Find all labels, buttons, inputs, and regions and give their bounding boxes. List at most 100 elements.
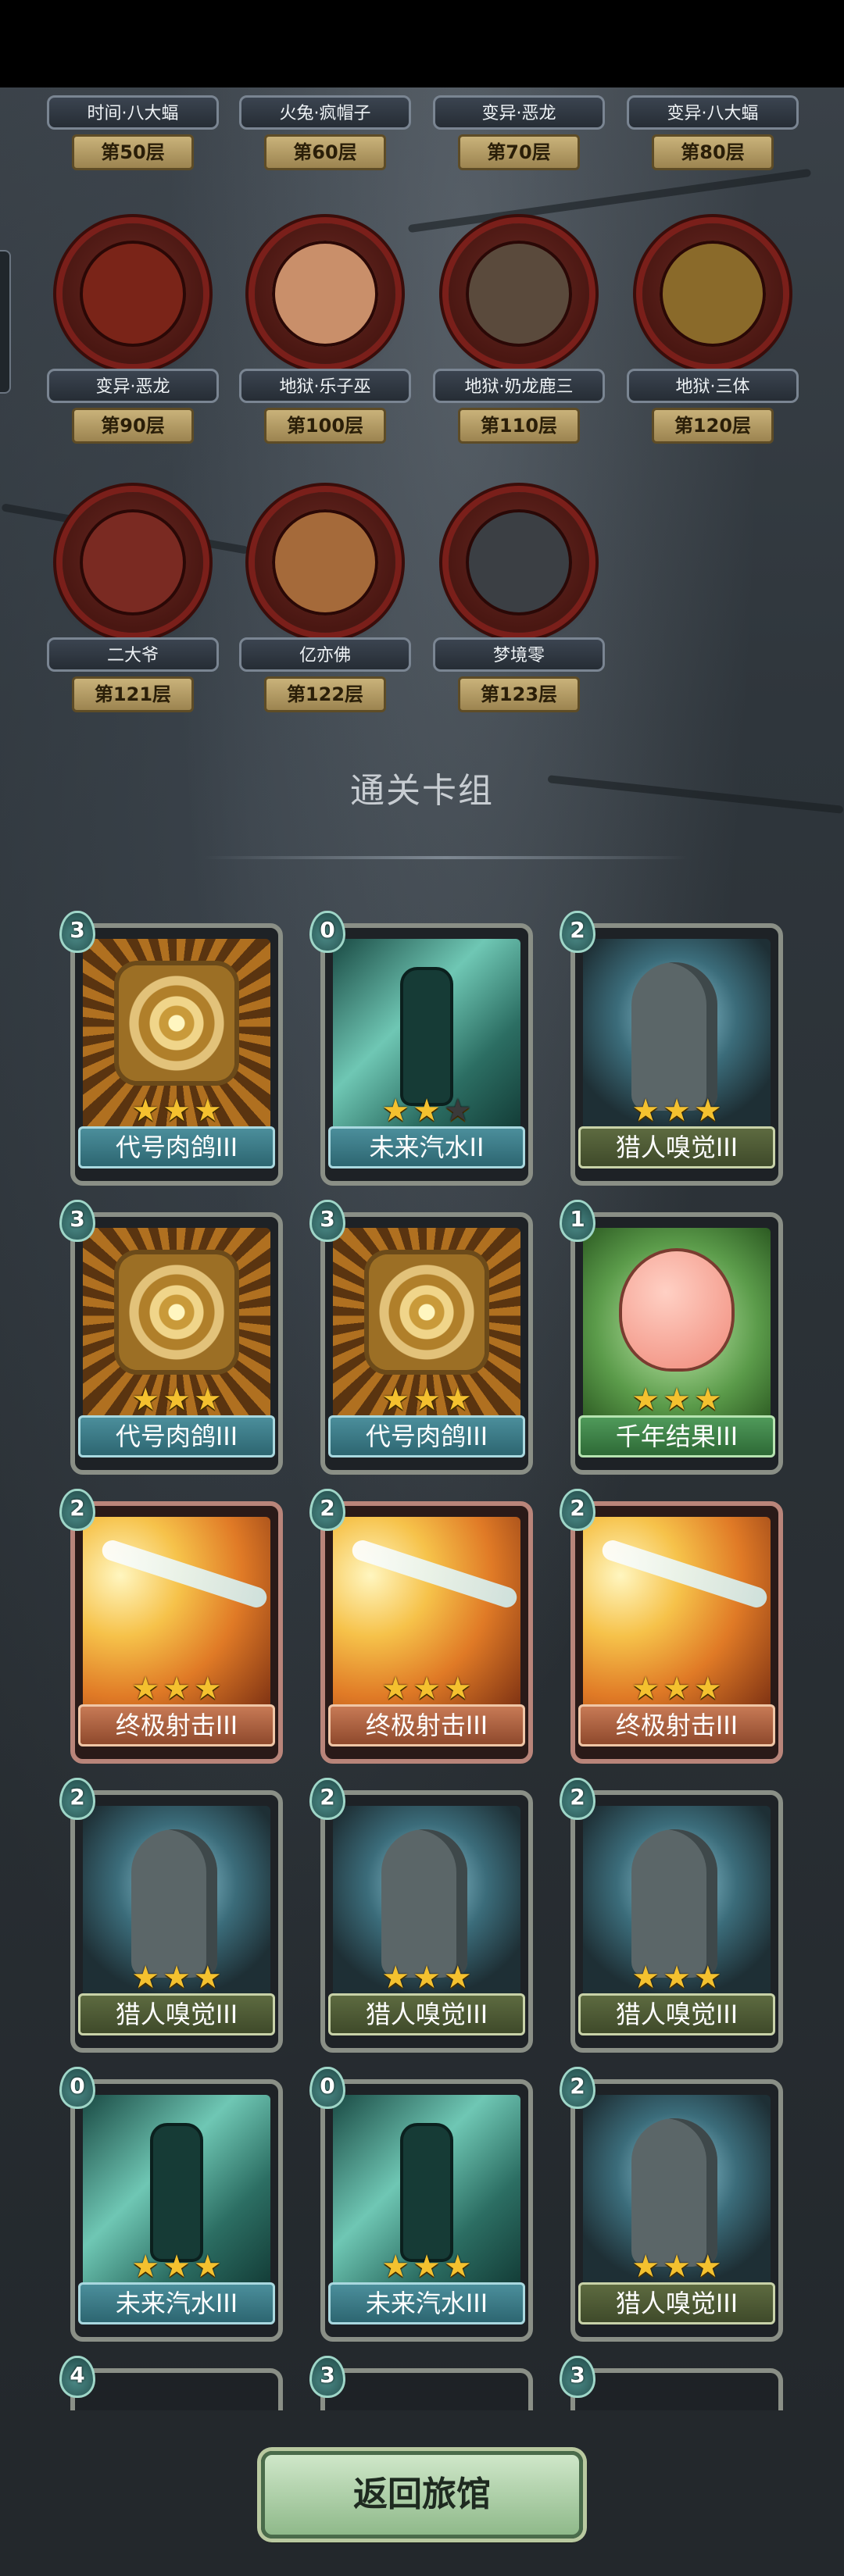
card-stars: ★ ★ ★ (617, 1962, 736, 1993)
star-icon: ★ (163, 2249, 191, 2285)
deck-card[interactable]: ★ ★ ★ 未来汽水III 0 (309, 2067, 533, 2342)
star-icon: ★ (131, 2249, 160, 2285)
deck-card[interactable]: ★ ★ ★ 猎人嗅觉III 2 (560, 1778, 783, 2053)
energy-cost: 4 (70, 2362, 85, 2388)
star-icon: ★ (631, 1382, 660, 1418)
boss-entry[interactable]: 地狱·乐子巫 第100层 (239, 223, 411, 473)
card-stars: ★ ★ ★ (117, 1673, 236, 1704)
energy-cost-badge: 0 (309, 2067, 349, 2112)
deck-card[interactable]: ★ ★ ★ 终极射击III 2 (560, 1489, 783, 1764)
energy-cost-badge: 2 (59, 1778, 98, 1823)
star-icon: ★ (443, 1382, 472, 1418)
star-icon: ★ (131, 1960, 160, 1996)
star-icon: ★ (193, 1382, 222, 1418)
star-icon: ★ (381, 1960, 410, 1996)
star-icon: ★ (193, 2249, 222, 2285)
star-icon: ★ (663, 1671, 691, 1707)
card-stars: ★ ★ ★ (367, 1384, 486, 1415)
boss-floor: 第80层 (652, 134, 774, 170)
boss-entry[interactable]: 时间·八大蝠 第50层 (47, 0, 219, 200)
energy-cost: 3 (320, 1206, 335, 1232)
star-icon: ★ (631, 2249, 660, 2285)
boss-portrait (449, 492, 589, 633)
deck-card[interactable]: ★ ★ ★ 猎人嗅觉III 2 (560, 911, 783, 1186)
star-icon: ★ (131, 1382, 160, 1418)
energy-cost-badge: 3 (309, 1200, 349, 1245)
deck-card-partial[interactable]: 4 (59, 2356, 283, 2410)
deck-card[interactable]: ★ ★ ★ 终极射击III 2 (59, 1489, 283, 1764)
deck-card[interactable]: ★ ★ ★ 终极射击III 2 (309, 1489, 533, 1764)
boss-name: 变异·恶龙 (433, 95, 605, 130)
boss-name: 地狱·三体 (627, 369, 799, 403)
boss-entry[interactable]: 变异·八大蝠 第80层 (627, 0, 799, 200)
boss-entry[interactable]: 亿亦佛 第122层 (239, 492, 411, 742)
deck-card[interactable]: ★ ★ ★ 未来汽水III 0 (59, 2067, 283, 2342)
deck-card[interactable]: ★ ★ ★ 猎人嗅觉III 2 (560, 2067, 783, 2342)
energy-cost-badge: 1 (560, 1200, 599, 1245)
boss-floor: 第120层 (652, 408, 774, 444)
energy-cost-badge: 4 (59, 2356, 98, 2401)
boss-portrait (255, 492, 395, 633)
boss-entry[interactable]: 二大爷 第121层 (47, 492, 219, 742)
boss-floor: 第50层 (72, 134, 194, 170)
card-stars: ★ ★ ★ (117, 2251, 236, 2282)
card-name: 未来汽水II (328, 1126, 525, 1168)
card-name: 千年结果III (578, 1415, 775, 1457)
energy-cost-badge: 2 (59, 1489, 98, 1534)
boss-portrait (63, 492, 203, 633)
energy-cost: 1 (570, 1206, 585, 1232)
card-stars: ★ ★ ★ (117, 1384, 236, 1415)
energy-cost: 0 (70, 2073, 85, 2099)
card-stars: ★ ★ ★ (367, 2251, 486, 2282)
star-icon: ★ (443, 2249, 472, 2285)
card-frame (70, 2368, 283, 2410)
card-stars: ★ ★ ★ (617, 1673, 736, 1704)
boss-name: 地狱·乐子巫 (239, 369, 411, 403)
star-icon: ★ (443, 1960, 472, 1996)
energy-cost-badge: 2 (309, 1489, 349, 1534)
deck-card-partial[interactable]: 3 (560, 2356, 783, 2410)
boss-name: 梦境零 (433, 637, 605, 672)
boss-floor: 第100层 (264, 408, 386, 444)
divider (203, 856, 688, 859)
energy-cost-badge: 2 (309, 1778, 349, 1823)
energy-cost: 2 (570, 1495, 585, 1521)
return-to-inn-button[interactable]: 返回旅馆 (261, 2451, 583, 2539)
boss-floor: 第70层 (458, 134, 580, 170)
deck-card[interactable]: ★ ★ ★ 代号肉鸽III 3 (59, 1200, 283, 1475)
deck-card[interactable]: ★ ★ ★ 千年结果III 1 (560, 1200, 783, 1475)
star-icon: ★ (631, 1960, 660, 1996)
star-icon: ★ (663, 2249, 691, 2285)
star-icon: ★ (693, 2249, 722, 2285)
star-icon: ★ (413, 1960, 441, 1996)
deck-card[interactable]: ★ ★ ★ 代号肉鸽III 3 (59, 911, 283, 1186)
star-icon: ★ (381, 1671, 410, 1707)
energy-cost-badge: 0 (59, 2067, 98, 2112)
star-icon: ★ (663, 1960, 691, 1996)
boss-entry[interactable]: 地狱·三体 第120层 (627, 223, 799, 473)
star-icon: ★ (381, 1093, 410, 1129)
energy-cost: 0 (320, 917, 335, 943)
side-drawer-handle[interactable] (0, 250, 11, 394)
deck-card[interactable]: ★ ★ ★ 代号肉鸽III 3 (309, 1200, 533, 1475)
deck-card[interactable]: ★ ★ ★ 猎人嗅觉III 2 (309, 1778, 533, 2053)
boss-portrait (449, 223, 589, 364)
section-title: 通关卡组 (350, 771, 494, 811)
card-stars: ★ ★ ★ (117, 1095, 236, 1126)
boss-entry[interactable]: 地狱·奶龙鹿三 第110层 (433, 223, 605, 473)
boss-name: 时间·八大蝠 (47, 95, 219, 130)
energy-cost-badge: 2 (560, 2067, 599, 2112)
deck-card-partial[interactable]: 3 (309, 2356, 533, 2410)
energy-cost: 3 (570, 2362, 585, 2388)
boss-floor: 第110层 (458, 408, 580, 444)
boss-floor: 第121层 (72, 676, 194, 712)
deck-card[interactable]: ★ ★ ★ 未来汽水II 0 (309, 911, 533, 1186)
boss-entry[interactable]: 梦境零 第123层 (433, 492, 605, 742)
boss-entry[interactable]: 变异·恶龙 第90层 (47, 223, 219, 473)
boss-entry[interactable]: 变异·恶龙 第70层 (433, 0, 605, 200)
energy-cost: 2 (320, 1495, 335, 1521)
boss-name: 火兔·疯帽子 (239, 95, 411, 130)
boss-name: 变异·八大蝠 (627, 95, 799, 130)
boss-entry[interactable]: 火兔·疯帽子 第60层 (239, 0, 411, 200)
deck-card[interactable]: ★ ★ ★ 猎人嗅觉III 2 (59, 1778, 283, 2053)
